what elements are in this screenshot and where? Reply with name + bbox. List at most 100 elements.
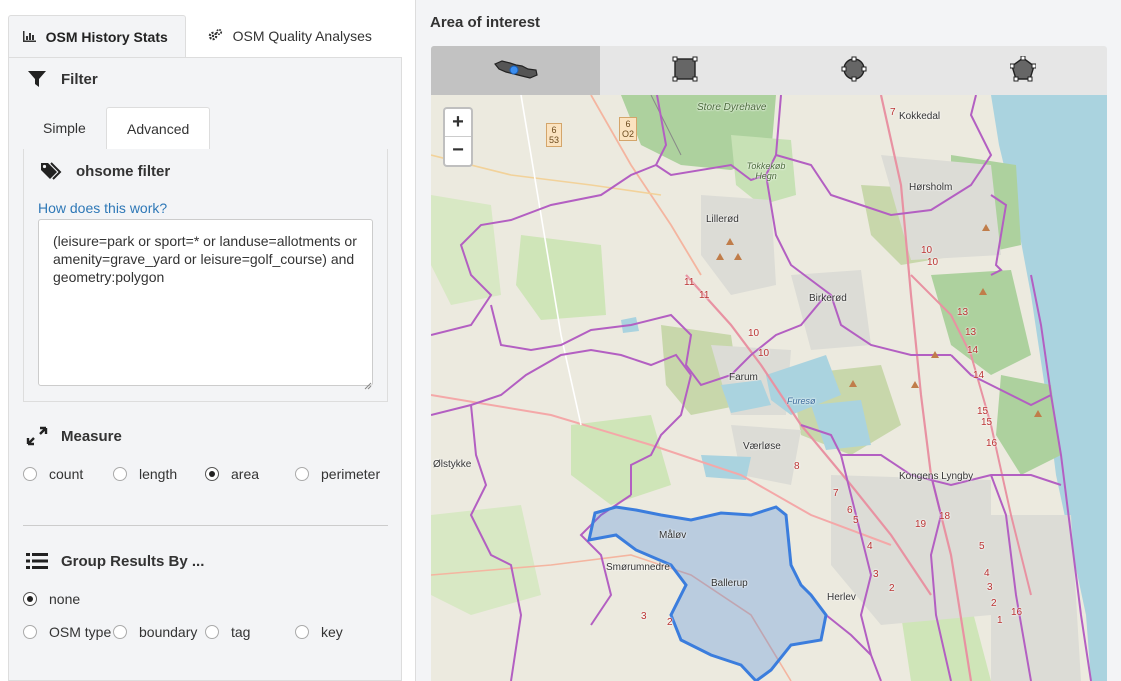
tab-label: OSM History Stats <box>45 29 168 45</box>
place-label: Kokkedal <box>899 111 941 122</box>
radio-label: OSM type <box>49 624 112 640</box>
subtab-advanced[interactable]: Advanced <box>106 107 211 150</box>
country-shape-icon <box>492 56 540 85</box>
radio-label: area <box>231 466 260 482</box>
group-boundary-radio[interactable]: boundary <box>113 624 197 640</box>
group-none-radio[interactable]: none <box>23 591 80 607</box>
circle-icon <box>841 56 867 85</box>
road-number: 2 <box>991 598 997 609</box>
place-label: Smørumnedre <box>606 562 670 573</box>
zoom-out-button[interactable]: − <box>445 137 471 165</box>
zoom-in-button[interactable]: + <box>445 109 471 137</box>
road-shield: 6 53 <box>546 123 563 147</box>
place-label: Kongens Lyngby <box>899 471 974 482</box>
road-number: 5 <box>853 515 859 526</box>
group-key-radio[interactable]: key <box>295 624 343 640</box>
circle-tool[interactable] <box>769 46 938 95</box>
place-label: Tokkekøb Hegn <box>746 161 786 181</box>
rectangle-tool[interactable] <box>600 46 769 95</box>
measure-area-radio[interactable]: area <box>205 466 259 482</box>
group-tag-radio[interactable]: tag <box>205 624 250 640</box>
polygon-tool[interactable] <box>938 46 1107 95</box>
radio-dot <box>113 467 127 481</box>
road-number: 7 <box>890 107 896 118</box>
place-label: Farum <box>729 372 758 383</box>
road-number: 13 <box>957 307 969 318</box>
tags-icon <box>40 161 64 181</box>
measure-length-radio[interactable]: length <box>113 466 177 482</box>
road-number: 10 <box>927 257 939 268</box>
polygon-icon <box>1009 55 1036 85</box>
bar-chart-icon <box>23 30 40 45</box>
place-label: Hørsholm <box>909 182 953 193</box>
ohsome-filter-title: ohsome filter <box>76 162 171 180</box>
measure-title: Measure <box>61 427 122 445</box>
zoom-control: + − <box>443 107 473 167</box>
radio-label: none <box>49 591 81 607</box>
radio-dot <box>205 625 219 639</box>
road-number: 4 <box>867 541 873 552</box>
list-icon <box>25 552 49 570</box>
tab-osm-quality-analyses[interactable]: OSM Quality Analyses <box>194 15 402 58</box>
road-number: 13 <box>965 327 977 338</box>
how-does-this-work-link[interactable]: How does this work? <box>38 200 167 216</box>
place-label: Værløse <box>743 441 781 452</box>
tab-label: OSM Quality Analyses <box>232 28 372 44</box>
road-number: 2 <box>889 583 895 594</box>
radio-dot-selected <box>205 467 219 481</box>
radio-label: key <box>321 624 343 640</box>
group-header: Group Results By ... <box>25 552 204 570</box>
radio-dot-selected <box>23 592 37 606</box>
place-label: Herlev <box>827 592 856 603</box>
area-of-interest-title: Area of interest <box>430 14 541 31</box>
tab-osm-history-stats[interactable]: OSM History Stats <box>8 15 186 58</box>
road-number: 3 <box>641 611 647 622</box>
radio-label: count <box>49 466 84 482</box>
filter-subtabs: Simple Advanced <box>23 107 387 150</box>
resize-handle[interactable] <box>364 377 372 393</box>
place-label: Store Dyrehave <box>697 102 767 113</box>
road-number: 16 <box>986 438 998 449</box>
road-number: 10 <box>758 348 770 359</box>
road-number: 1 <box>997 615 1003 626</box>
filter-title: Filter <box>61 70 98 88</box>
road-number: 10 <box>921 245 933 256</box>
radio-dot <box>23 625 37 639</box>
road-number: 3 <box>987 582 993 593</box>
radio-dot <box>295 625 309 639</box>
history-stats-panel: Filter Simple Advanced ohsome filter How… <box>8 57 402 681</box>
map-tiles[interactable] <box>431 95 1107 681</box>
filter-textarea[interactable]: (leisure=park or sport=* or landuse=allo… <box>38 219 373 386</box>
group-osm-type-radio[interactable]: OSM type <box>23 624 111 640</box>
advanced-filter-box: ohsome filter How does this work? (leisu… <box>23 149 388 402</box>
subtab-simple[interactable]: Simple <box>23 107 106 150</box>
expand-arrows-icon <box>25 426 49 446</box>
radio-label: perimeter <box>321 466 381 482</box>
group-title: Group Results By ... <box>61 552 205 570</box>
road-number: 16 <box>1011 607 1023 618</box>
map-view[interactable]: + − 6 53 6 O2 Store Dyrehave Kokkedal Tokk… <box>431 95 1107 681</box>
place-label: Ølstykke <box>433 459 472 470</box>
road-number: 15 <box>977 406 989 417</box>
country-shape-tool[interactable] <box>431 46 600 95</box>
radio-dot <box>113 625 127 639</box>
section-divider <box>23 525 388 526</box>
measure-perimeter-radio[interactable]: perimeter <box>295 466 380 482</box>
right-panel: Area of interest + − 6 53 6 O2 Store Dyr… <box>415 0 1121 681</box>
main-tabs: OSM History Stats OSM Quality Analyses <box>8 15 402 58</box>
road-number: 14 <box>973 370 985 381</box>
road-number: 11 <box>684 277 695 288</box>
radio-dot <box>295 467 309 481</box>
measure-header: Measure <box>25 426 122 446</box>
ohsome-filter-header: ohsome filter <box>40 161 170 181</box>
road-number: 2 <box>667 617 673 628</box>
road-number: 6 <box>847 505 853 516</box>
rectangle-icon <box>672 56 698 85</box>
measure-count-radio[interactable]: count <box>23 466 83 482</box>
road-number: 19 <box>915 519 927 530</box>
road-number: 18 <box>939 511 951 522</box>
road-number: 14 <box>967 345 979 356</box>
filter-header: Filter <box>25 70 98 88</box>
radio-dot <box>23 467 37 481</box>
left-panel: OSM History Stats OSM Quality Analyses F… <box>0 0 415 681</box>
